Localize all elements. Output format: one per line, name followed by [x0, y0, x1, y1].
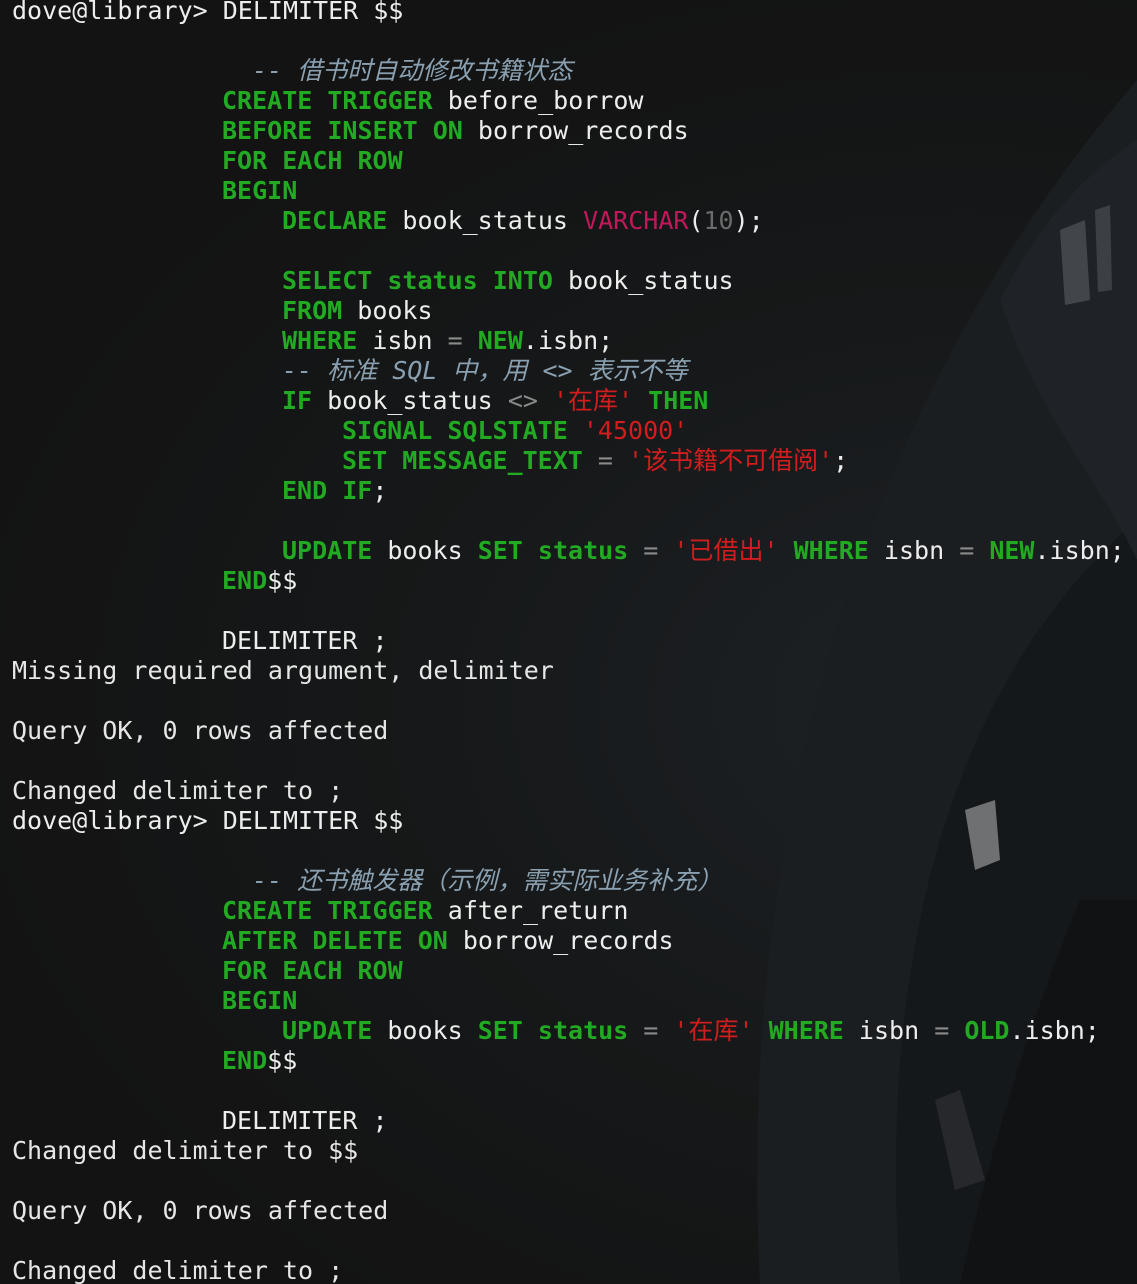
code-line: CREATE TRIGGER before_borrow	[222, 86, 644, 115]
command-text: DELIMITER $$	[222, 806, 404, 835]
code-line: DELIMITER ;	[222, 1106, 388, 1135]
output-line: Query OK, 0 rows affected	[12, 1196, 389, 1225]
sql-comment: -- 标准 SQL 中，用 <> 表示不等	[282, 356, 688, 385]
code-line: SELECT status INTO book_status	[282, 266, 734, 295]
prompt-line: dove@library> DELIMITER $$	[12, 0, 403, 26]
code-line: BEFORE INSERT ON borrow_records	[222, 116, 689, 145]
code-line: UPDATE books SET status = '已借出' WHERE is…	[282, 536, 1125, 565]
prompt: dove@library>	[12, 0, 208, 25]
terminal-window[interactable]: dove@library> DELIMITER $$ -- 借书时自动修改书籍状…	[0, 0, 1137, 1284]
code-line: IF book_status <> '在库' THEN	[282, 386, 709, 415]
code-line: SIGNAL SQLSTATE '45000'	[342, 416, 689, 445]
code-line: DELIMITER ;	[222, 626, 388, 655]
sql-comment: -- 借书时自动修改书籍状态	[252, 56, 573, 85]
background-artwork	[757, 80, 1137, 1284]
code-line: END IF;	[282, 476, 388, 505]
code-line: END$$	[222, 1046, 298, 1075]
output-line: Changed delimiter to $$	[12, 1136, 359, 1165]
command-text: DELIMITER $$	[222, 0, 404, 25]
code-line: BEGIN	[222, 986, 298, 1015]
code-line: FOR EACH ROW	[222, 146, 403, 175]
code-line: WHERE isbn = NEW.isbn;	[282, 326, 614, 355]
prompt: dove@library>	[12, 806, 208, 835]
code-line: BEGIN	[222, 176, 298, 205]
output-line: Changed delimiter to ;	[12, 776, 344, 805]
sql-comment: -- 还书触发器（示例，需实际业务补充）	[252, 866, 723, 895]
code-line: SET MESSAGE_TEXT = '该书籍不可借阅';	[342, 446, 849, 475]
code-line: FROM books	[282, 296, 433, 325]
prompt-line: dove@library> DELIMITER $$	[12, 806, 403, 836]
output-line: Missing required argument, delimiter	[12, 656, 554, 685]
code-line: CREATE TRIGGER after_return	[222, 896, 629, 925]
code-line: END$$	[222, 566, 298, 595]
code-line: DECLARE book_status VARCHAR(10);	[282, 206, 764, 235]
code-line: AFTER DELETE ON borrow_records	[222, 926, 674, 955]
output-line: Query OK, 0 rows affected	[12, 716, 389, 745]
code-line: UPDATE books SET status = '在库' WHERE isb…	[282, 1016, 1100, 1045]
code-line: FOR EACH ROW	[222, 956, 403, 985]
output-line: Changed delimiter to ;	[12, 1256, 344, 1284]
